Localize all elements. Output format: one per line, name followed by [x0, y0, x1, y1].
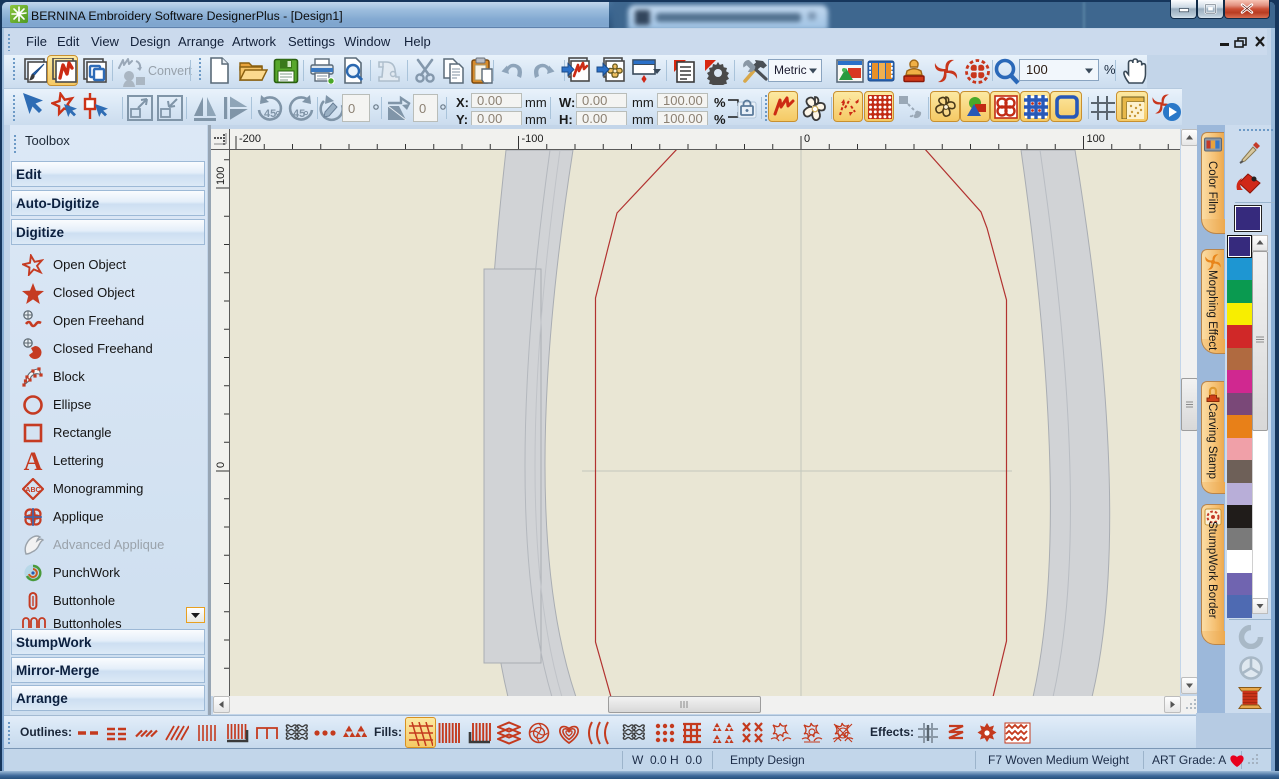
svg-text:45: 45 [264, 108, 276, 120]
svg-text:0: 0 [215, 462, 227, 468]
svg-text:45: 45 [293, 108, 305, 120]
svg-text:-100: -100 [522, 133, 544, 145]
svg-text:0: 0 [804, 133, 810, 145]
svg-text:ABC: ABC [25, 487, 40, 494]
svg-text:A: A [24, 450, 43, 472]
svg-text:-200: -200 [239, 133, 261, 145]
svg-text:100: 100 [1087, 133, 1105, 145]
svg-text:100: 100 [215, 167, 227, 185]
